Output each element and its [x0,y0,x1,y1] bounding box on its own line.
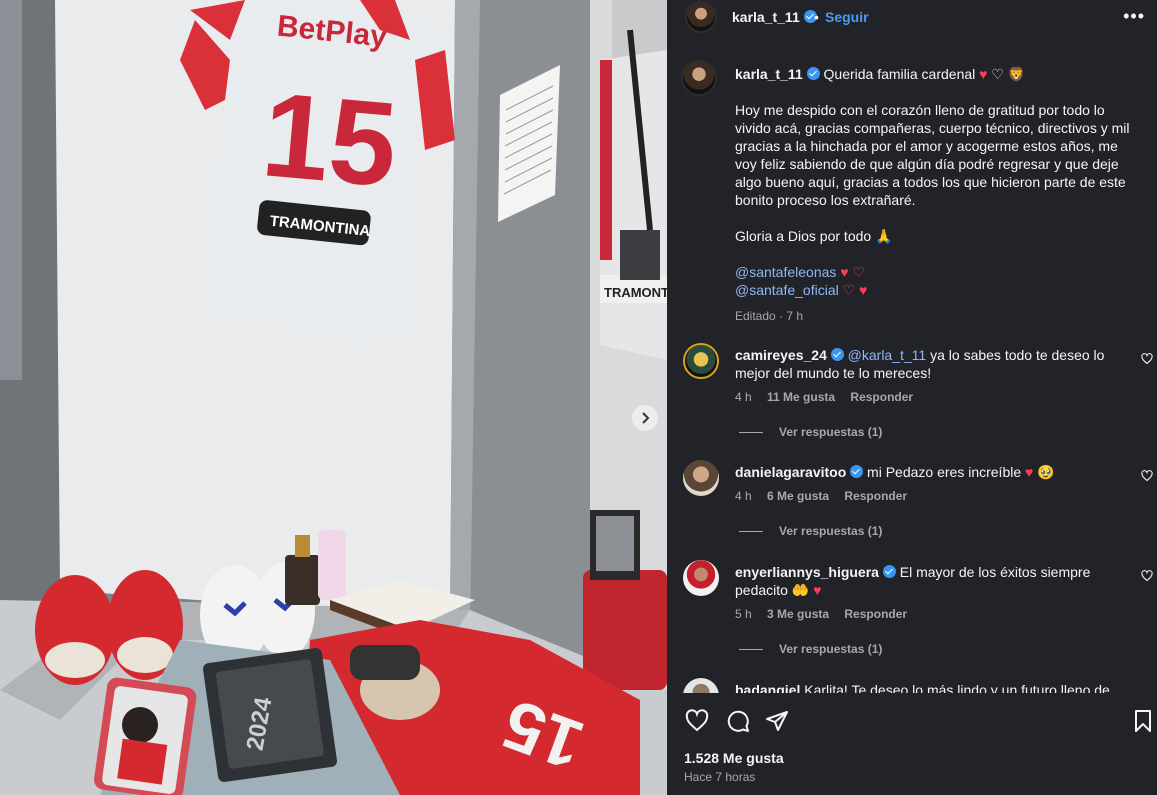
comment-meta: 4 h 11 Me gusta Responder [735,390,925,404]
red-heart-emoji: ♥ [979,66,988,82]
comment-text: enyerliannys_higuera El mayor de los éxi… [735,563,1115,599]
post-caption: karla_t_11 Querida familia cardenal ♥ ♡ … [735,65,1141,325]
comment-text: badangiel Karlita! Te deseo lo más lindo… [735,681,1115,693]
caption-headline: Querida familia cardenal [823,66,976,82]
comment-likes[interactable]: 11 Me gusta [767,390,835,404]
reply-button[interactable]: Responder [844,489,907,503]
verified-badge-icon [830,348,844,361]
next-photo-button[interactable] [632,405,658,431]
mention-santafe-oficial[interactable]: @santafe_oficial [735,282,839,298]
mention-santafeleonas[interactable]: @santafeleonas [735,264,836,280]
more-options-icon[interactable]: ••• [1123,6,1145,27]
post-header: karla_t_11 • Seguir ••• [667,0,1157,33]
commenter-username[interactable]: camireyes_24 [735,347,827,363]
follow-button[interactable]: Seguir [825,9,869,25]
comment-icon[interactable] [726,709,750,733]
likes-count[interactable]: 1.528 Me gusta [684,750,784,766]
comment-meta: 4 h 6 Me gusta Responder [735,489,919,503]
post-side-panel: karla_t_11 • Seguir ••• karla_t_11 Queri… [667,0,1157,795]
verified-badge-icon [806,67,820,80]
comment-emoji: ♥ 🥹 [1025,464,1055,480]
comment-time[interactable]: 4 h [735,390,752,404]
heart-icon[interactable] [685,709,709,733]
verified-badge-icon [882,565,896,578]
mirror-badge-text: TRAMONTINA [604,285,667,300]
comment-body: Karlita! Te deseo lo más lindo y un futu… [804,682,1110,693]
commenter-username[interactable]: enyerliannys_higuera [735,564,879,580]
author-username-link[interactable]: karla_t_11 [732,9,817,25]
comment-text: camireyes_24 @karla_t_11 ya lo sabes tod… [735,346,1115,382]
post-time-ago[interactable]: Hace 7 horas [684,770,755,784]
view-replies-button[interactable]: Ver respuestas (1) [739,524,882,538]
comment-heart-icon[interactable] [1141,470,1153,482]
commenter-avatar[interactable] [683,343,719,379]
mention-1-emojis: ♥ ♡ [840,264,866,280]
mention-2-emojis: ♡ ♥ [842,282,868,298]
locker-photo-illustration: BetPlay 15 TRAMONTINA TRAMONTINA [0,0,667,795]
comments-scroll-area[interactable]: karla_t_11 Querida familia cardenal ♥ ♡ … [667,48,1157,693]
separator-dot: • [814,9,819,25]
author-avatar[interactable] [685,1,717,33]
reply-button[interactable]: Responder [850,390,913,404]
view-replies-button[interactable]: Ver respuestas (1) [739,642,882,656]
comment-emoji: 🤲 ♥ [791,582,822,598]
caption-paragraph-2: Gloria a Dios por todo [735,228,872,244]
share-icon[interactable] [765,709,789,733]
jersey-number-text: 15 [257,67,402,212]
comment-likes[interactable]: 3 Me gusta [767,607,829,621]
verified-badge-icon [850,465,864,478]
post-photo[interactable]: BetPlay 15 TRAMONTINA TRAMONTINA [0,0,667,795]
lion-emoji: 🦁 [1007,66,1026,82]
comment-time[interactable]: 4 h [735,489,752,503]
edited-time[interactable]: 7 h [786,309,803,323]
commenter-avatar[interactable] [683,560,719,596]
commenter-avatar[interactable] [683,678,719,693]
caption-paragraph-1: Hoy me despido con el corazón lleno de g… [735,102,1130,208]
comment-likes[interactable]: 6 Me gusta [767,489,829,503]
commenter-avatar[interactable] [683,460,719,496]
comment-time[interactable]: 5 h [735,607,752,621]
comment-text: danielagaravitoo mi Pedazo eres increíbl… [735,463,1115,481]
comment-body: mi Pedazo eres increíble [867,464,1022,480]
edited-label: Editado [735,309,776,323]
comment-meta: 5 h 3 Me gusta Responder [735,607,919,621]
caption-avatar[interactable] [681,60,717,96]
view-replies-button[interactable]: Ver respuestas (1) [739,425,882,439]
chevron-right-icon [642,412,650,424]
comment-mention[interactable]: @karla_t_11 [848,347,927,363]
comment-heart-icon[interactable] [1141,353,1153,365]
author-username[interactable]: karla_t_11 [732,9,800,25]
commenter-username[interactable]: badangiel [735,682,800,693]
comment-heart-icon[interactable] [1141,570,1153,582]
white-heart-emoji: ♡ [991,66,1004,82]
bookmark-icon[interactable] [1131,709,1155,733]
caption-username[interactable]: karla_t_11 [735,66,803,82]
praying-hands-emoji: 🙏 [875,228,893,244]
post-actions-bar [667,700,1157,740]
reply-button[interactable]: Responder [844,607,907,621]
commenter-username[interactable]: danielagaravitoo [735,464,846,480]
